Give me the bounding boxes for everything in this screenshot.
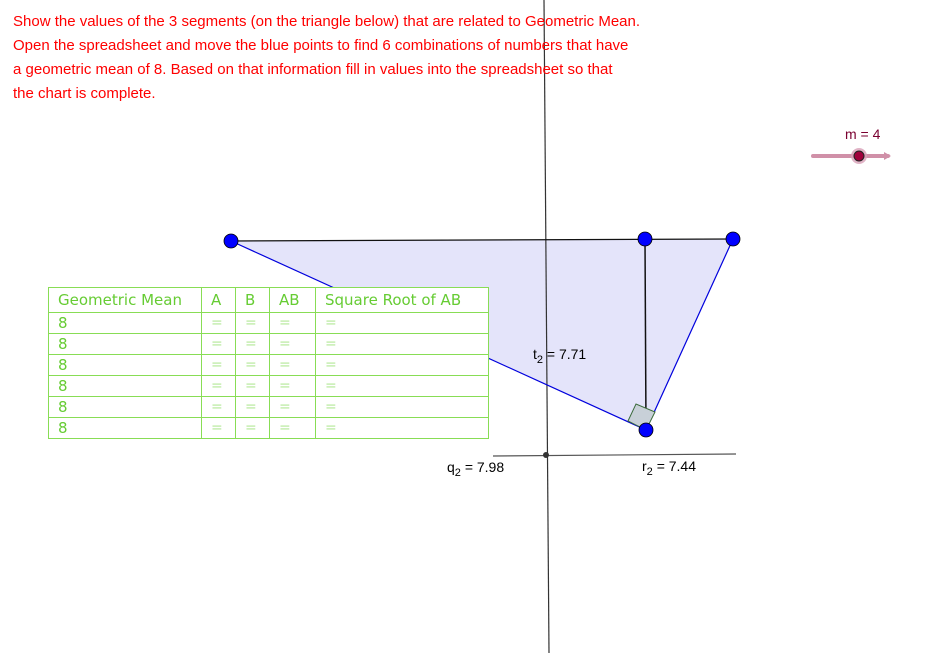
table-row: 8 = = = = — [48, 312, 489, 334]
header-a: A — [201, 287, 236, 313]
cell-sqrt-ab[interactable]: = — [315, 354, 489, 376]
cell-ab[interactable]: = — [269, 396, 316, 418]
cell-b[interactable]: = — [235, 417, 270, 439]
cell-gm[interactable]: 8 — [48, 312, 202, 334]
instruction-line: the chart is complete. — [13, 85, 156, 102]
header-b: B — [235, 287, 270, 313]
slider-label: m = 4 — [845, 126, 881, 142]
instruction-line: Show the values of the 3 segments (on th… — [13, 13, 641, 30]
point-bottom-vertex[interactable] — [638, 422, 654, 438]
q2-label: q2 = 7.98 — [447, 459, 505, 479]
slider-handle-dot[interactable] — [853, 150, 865, 162]
cell-a[interactable]: = — [201, 396, 236, 418]
point-altitude-top[interactable] — [637, 231, 653, 247]
header-ab: AB — [269, 287, 316, 313]
cell-ab[interactable]: = — [269, 417, 316, 439]
instructions-text: Show the values of the 3 segments (on th… — [13, 10, 713, 106]
cell-a[interactable]: = — [201, 354, 236, 376]
cell-b[interactable]: = — [235, 396, 270, 418]
table-header-row: Geometric Mean A B AB Square Root of AB — [48, 287, 489, 313]
cell-sqrt-ab[interactable]: = — [315, 375, 489, 397]
cell-gm[interactable]: 8 — [48, 375, 202, 397]
horizontal-line — [492, 453, 737, 457]
cell-ab[interactable]: = — [269, 333, 316, 355]
cell-sqrt-ab[interactable]: = — [315, 312, 489, 334]
header-geometric-mean: Geometric Mean — [48, 287, 202, 313]
cell-b[interactable]: = — [235, 375, 270, 397]
cell-sqrt-ab[interactable]: = — [315, 417, 489, 439]
altitude-line — [644, 238, 647, 431]
cell-b[interactable]: = — [235, 354, 270, 376]
t2-label: t2 = 7.71 — [533, 346, 587, 366]
table-row: 8 = = = = — [48, 396, 489, 418]
point-right-vertex[interactable] — [725, 231, 741, 247]
cell-b[interactable]: = — [235, 312, 270, 334]
cell-a[interactable]: = — [201, 375, 236, 397]
table-row: 8 = = = = — [48, 417, 489, 439]
cell-gm[interactable]: 8 — [48, 333, 202, 355]
cell-sqrt-ab[interactable]: = — [315, 333, 489, 355]
header-square-root: Square Root of AB — [315, 287, 489, 313]
point-left-vertex[interactable] — [223, 233, 239, 249]
cell-ab[interactable]: = — [269, 312, 316, 334]
cell-ab[interactable]: = — [269, 375, 316, 397]
cell-a[interactable]: = — [201, 333, 236, 355]
cell-b[interactable]: = — [235, 333, 270, 355]
instruction-line: Open the spreadsheet and move the blue p… — [13, 37, 629, 54]
cell-gm[interactable]: 8 — [48, 417, 202, 439]
cell-gm[interactable]: 8 — [48, 396, 202, 418]
table-row: 8 = = = = — [48, 354, 489, 376]
cell-ab[interactable]: = — [269, 354, 316, 376]
cell-gm[interactable]: 8 — [48, 354, 202, 376]
table-row: 8 = = = = — [48, 375, 489, 397]
cell-a[interactable]: = — [201, 417, 236, 439]
intersection-point — [543, 452, 549, 458]
instruction-line: a geometric mean of 8. Based on that inf… — [13, 61, 613, 78]
slider-arrow-icon — [884, 152, 891, 160]
cell-a[interactable]: = — [201, 312, 236, 334]
geometric-mean-table: Geometric Mean A B AB Square Root of AB … — [48, 287, 489, 439]
r2-label: r2 = 7.44 — [642, 458, 697, 478]
table-row: 8 = = = = — [48, 333, 489, 355]
cell-sqrt-ab[interactable]: = — [315, 396, 489, 418]
